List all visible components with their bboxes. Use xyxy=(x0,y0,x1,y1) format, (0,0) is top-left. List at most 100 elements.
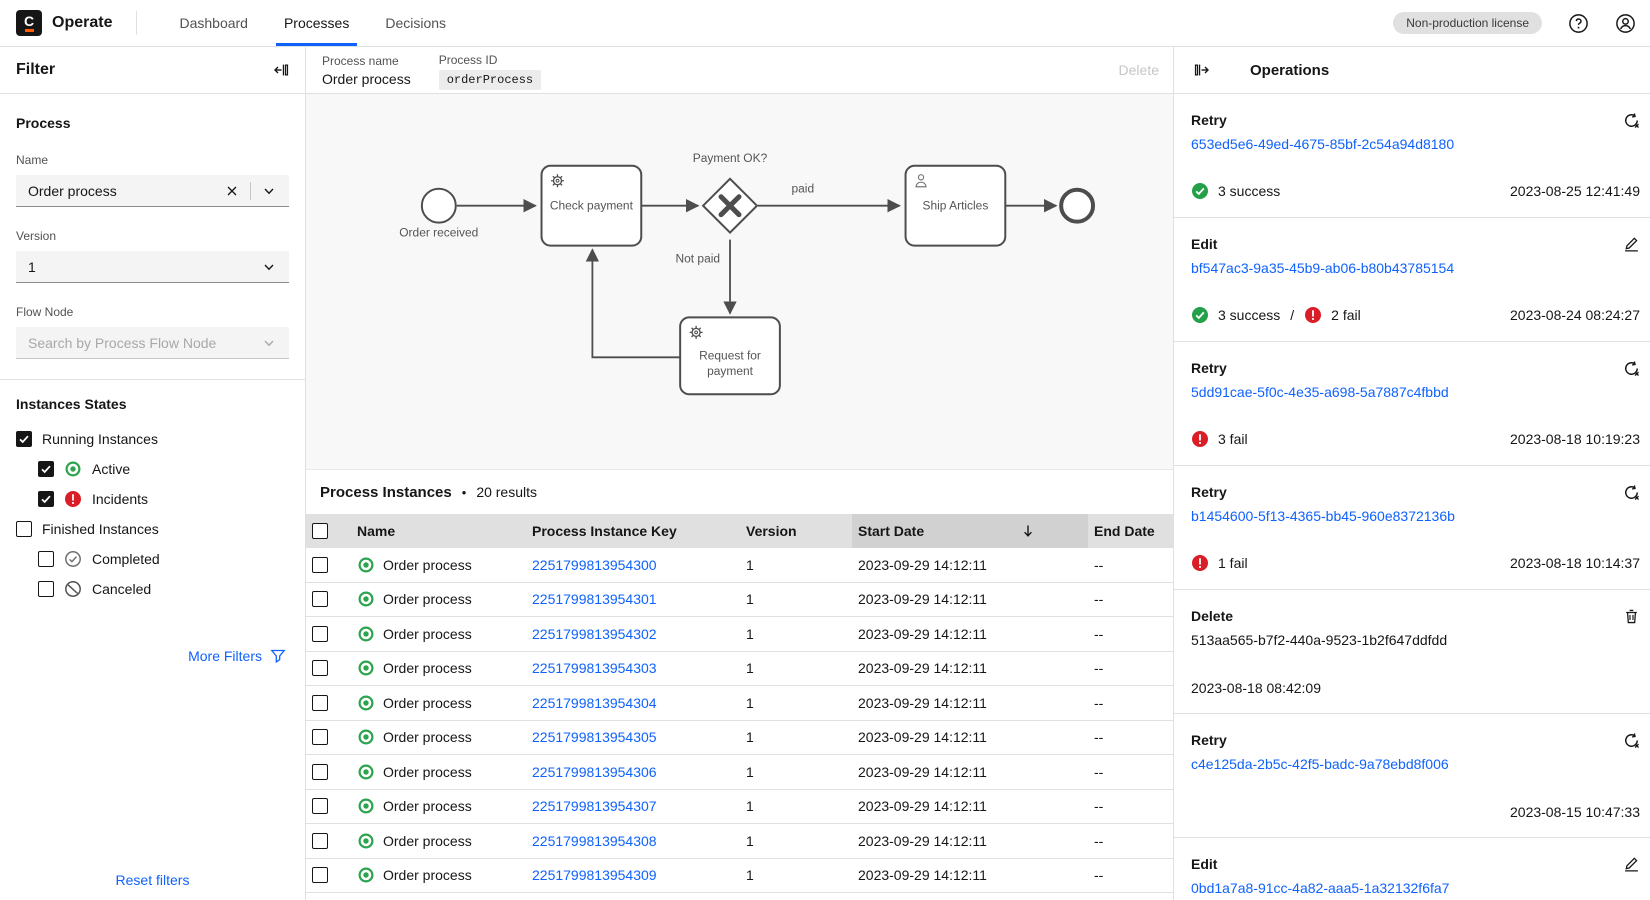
instance-version: 1 xyxy=(740,867,852,883)
retry-icon[interactable] xyxy=(1623,112,1640,129)
version-select[interactable]: 1 xyxy=(16,251,289,283)
start-event[interactable]: Order received xyxy=(399,189,478,240)
operation-id-link[interactable]: 5dd91cae-5f0c-4e35-a698-5a7887c4fbbd xyxy=(1191,384,1640,400)
row-checkbox[interactable] xyxy=(312,591,328,607)
process-id-chip: orderProcess xyxy=(439,70,541,90)
flow-node-select[interactable]: Search by Process Flow Node xyxy=(16,327,289,359)
row-checkbox[interactable] xyxy=(312,695,328,711)
checkbox-incidents[interactable] xyxy=(38,491,54,507)
row-checkbox[interactable] xyxy=(312,626,328,642)
column-header-end-date[interactable]: End Date xyxy=(1088,514,1173,548)
row-checkbox[interactable] xyxy=(312,833,328,849)
retry-icon[interactable] xyxy=(1623,732,1640,749)
instance-key-link[interactable]: 2251799813954301 xyxy=(532,591,657,607)
chevron-down-icon[interactable] xyxy=(261,183,277,199)
active-icon xyxy=(357,590,375,608)
instance-key-link[interactable]: 2251799813954303 xyxy=(532,660,657,676)
chevron-down-icon[interactable] xyxy=(261,259,277,275)
row-checkbox[interactable] xyxy=(312,764,328,780)
sort-descending-icon[interactable] xyxy=(1020,523,1036,539)
delete-icon[interactable] xyxy=(1623,608,1640,625)
state-label: Running Instances xyxy=(42,431,158,447)
process-name-select[interactable]: Order process xyxy=(16,175,289,207)
row-checkbox[interactable] xyxy=(312,660,328,676)
checkbox-canceled[interactable] xyxy=(38,581,54,597)
instance-version: 1 xyxy=(740,695,852,711)
instance-key-link[interactable]: 2251799813954304 xyxy=(532,695,657,711)
row-checkbox[interactable] xyxy=(312,557,328,573)
fail-icon xyxy=(1191,554,1209,572)
incident-icon xyxy=(64,490,82,508)
instance-end-date: -- xyxy=(1088,626,1173,642)
state-incidents[interactable]: Incidents xyxy=(16,484,289,514)
state-completed[interactable]: Completed xyxy=(16,544,289,574)
state-finished-instances[interactable]: Finished Instances xyxy=(16,514,289,544)
operation-entry: Retry c4e125da-2b5c-42f5-badc-9a78ebd8f0… xyxy=(1174,714,1650,838)
collapse-panel-left-icon[interactable] xyxy=(273,62,289,78)
column-header-name[interactable]: Name xyxy=(350,514,526,548)
operation-date: 2023-08-18 08:42:09 xyxy=(1191,680,1321,696)
checkbox-running-instances[interactable] xyxy=(16,431,32,447)
checkbox-completed[interactable] xyxy=(38,551,54,567)
instance-start-date: 2023-09-29 14:12:11 xyxy=(852,798,1088,814)
active-icon xyxy=(64,460,82,478)
instance-end-date: -- xyxy=(1088,867,1173,883)
operation-id-link[interactable]: 653ed5e6-49ed-4675-85bf-2c54a94d8180 xyxy=(1191,136,1640,152)
collapse-panel-right-icon[interactable] xyxy=(1194,62,1210,78)
operation-id-link[interactable]: bf547ac3-9a35-45b9-ab06-b80b43785154 xyxy=(1191,260,1640,276)
column-header-key[interactable]: Process Instance Key xyxy=(526,514,740,548)
row-checkbox[interactable] xyxy=(312,729,328,745)
column-header-start-date[interactable]: Start Date xyxy=(852,514,1088,548)
operation-id-link[interactable]: c4e125da-2b5c-42f5-badc-9a78ebd8f006 xyxy=(1191,756,1640,772)
clear-selection-icon[interactable] xyxy=(224,183,240,199)
instance-key-link[interactable]: 2251799813954308 xyxy=(532,833,657,849)
tab-dashboard[interactable]: Dashboard xyxy=(161,0,266,46)
task-ship-articles[interactable]: Ship Articles xyxy=(906,166,1006,246)
operation-date: 2023-08-25 12:41:49 xyxy=(1510,183,1640,199)
delete-button[interactable]: Delete xyxy=(1119,62,1159,78)
instance-key-link[interactable]: 2251799813954300 xyxy=(532,557,657,573)
checkbox-active[interactable] xyxy=(38,461,54,477)
retry-icon[interactable] xyxy=(1623,484,1640,501)
state-running-instances[interactable]: Running Instances xyxy=(16,424,289,454)
active-icon xyxy=(357,556,375,574)
tab-decisions[interactable]: Decisions xyxy=(367,0,464,46)
instance-version: 1 xyxy=(740,660,852,676)
reset-filters-button[interactable]: Reset filters xyxy=(0,872,305,888)
process-name-value: Order process xyxy=(28,183,224,199)
operation-date: 2023-08-15 10:47:33 xyxy=(1510,804,1640,820)
state-label: Incidents xyxy=(92,491,148,507)
column-header-version[interactable]: Version xyxy=(740,514,852,548)
filter-funnel-icon xyxy=(270,648,286,664)
row-checkbox[interactable] xyxy=(312,867,328,883)
state-canceled[interactable]: Canceled xyxy=(16,574,289,604)
state-active[interactable]: Active xyxy=(16,454,289,484)
operation-id-link[interactable]: 0bd1a7a8-91cc-4a82-aaa5-1a32132f6fa7 xyxy=(1191,880,1640,896)
end-event[interactable] xyxy=(1061,190,1093,222)
select-all-checkbox[interactable] xyxy=(312,523,328,539)
instance-key-link[interactable]: 2251799813954307 xyxy=(532,798,657,814)
process-name-label: Process name xyxy=(322,54,411,68)
active-icon xyxy=(357,866,375,884)
retry-icon[interactable] xyxy=(1623,360,1640,377)
edit-icon[interactable] xyxy=(1623,236,1640,253)
edit-icon[interactable] xyxy=(1623,856,1640,873)
more-filters-button[interactable]: More Filters xyxy=(16,648,289,664)
operation-id-link[interactable]: b1454600-5f13-4365-bb45-960e8372136b xyxy=(1191,508,1640,524)
user-icon[interactable] xyxy=(1615,13,1636,34)
help-icon[interactable] xyxy=(1568,13,1589,34)
tab-processes[interactable]: Processes xyxy=(266,0,367,46)
instance-key-link[interactable]: 2251799813954305 xyxy=(532,729,657,745)
task-check-payment[interactable]: Check payment xyxy=(542,166,642,246)
bpmn-diagram: Order received Check payment xyxy=(306,94,1173,470)
instance-key-link[interactable]: 2251799813954309 xyxy=(532,867,657,883)
task-request-for-payment[interactable]: Request for payment xyxy=(680,317,780,394)
operation-id: 513aa565-b7f2-440a-9523-1b2f647ddfdd xyxy=(1191,632,1640,648)
exclusive-gateway[interactable]: Payment OK? xyxy=(693,151,768,233)
checkbox-finished-instances[interactable] xyxy=(16,521,32,537)
row-checkbox[interactable] xyxy=(312,798,328,814)
table-row: Order process 2251799813954309 1 2023-09… xyxy=(306,859,1173,894)
gateway-label: Payment OK? xyxy=(693,151,768,165)
instance-key-link[interactable]: 2251799813954306 xyxy=(532,764,657,780)
instance-key-link[interactable]: 2251799813954302 xyxy=(532,626,657,642)
